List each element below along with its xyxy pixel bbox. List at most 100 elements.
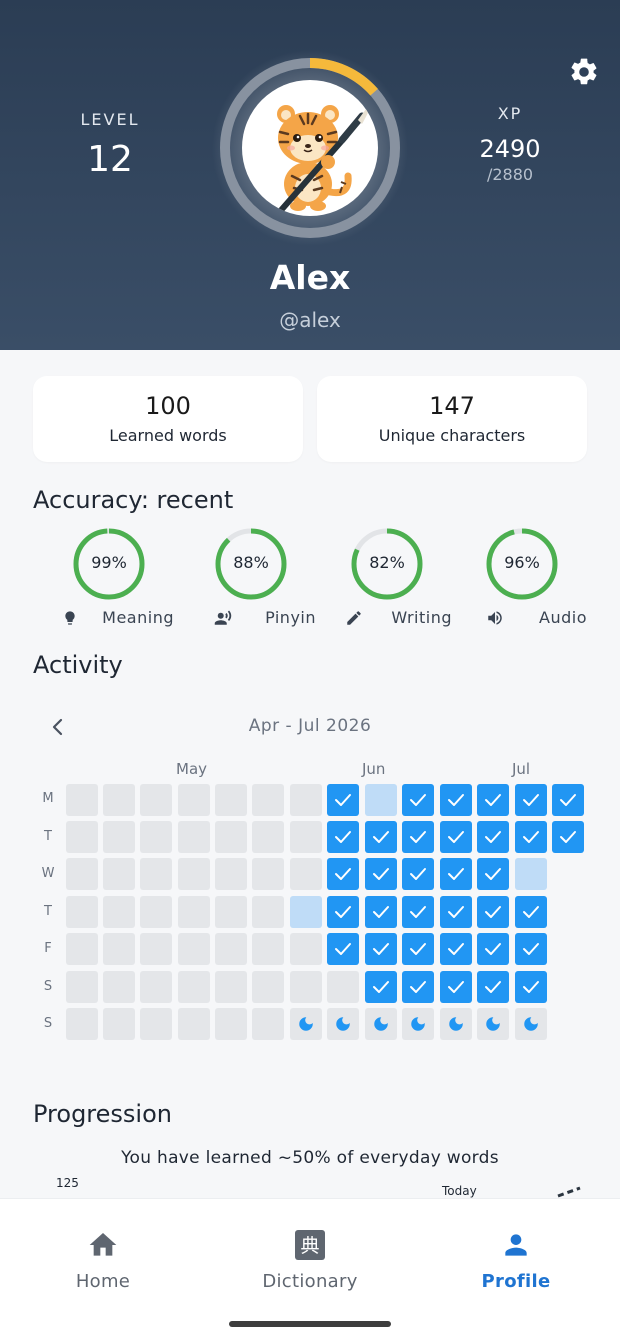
activity-day-empty — [215, 784, 247, 816]
nav-home-label: Home — [75, 1271, 131, 1292]
activity-day-rest — [365, 1008, 397, 1040]
activity-day-done — [440, 933, 472, 965]
activity-day-partial — [515, 858, 547, 890]
activity-title: Activity — [33, 651, 123, 679]
learned-words-label: Learned words — [109, 426, 227, 445]
accuracy-pinyin[interactable]: 88% Pinyin — [186, 526, 316, 627]
avatar — [242, 80, 378, 216]
xp-display: XP 2490 /2880 — [460, 104, 560, 184]
meaning-label: Meaning — [102, 608, 174, 627]
weekday-label: T — [44, 904, 52, 919]
activity-day-done — [515, 971, 547, 1003]
weekday-label: S — [43, 979, 53, 994]
activity-day-done — [440, 896, 472, 928]
weekday-label: S — [43, 1016, 53, 1031]
nav-home[interactable]: Home — [23, 1229, 183, 1292]
accuracy-title: Accuracy: recent — [33, 486, 234, 514]
activity-day-rest — [290, 1008, 322, 1040]
activity-day-done — [327, 896, 359, 928]
activity-day-done — [365, 933, 397, 965]
accuracy-meaning[interactable]: 99% Meaning — [44, 526, 174, 627]
lightbulb-icon — [65, 610, 75, 625]
progression-line — [557, 1186, 581, 1198]
speaking-person-icon — [214, 610, 231, 625]
activity-day-empty — [290, 971, 322, 1003]
nav-dictionary[interactable]: 典 Dictionary — [230, 1229, 390, 1292]
progression-today-label: Today — [442, 1184, 477, 1198]
profile-header: LEVEL 12 XP 2490 /2880 Alex @alex — [0, 0, 620, 350]
activity-day-done — [552, 821, 584, 853]
writing-percent: 82% — [369, 553, 405, 572]
activity-day-done — [515, 784, 547, 816]
activity-day-empty — [66, 933, 98, 965]
progression-subtitle: You have learned ~50% of everyday words — [121, 1148, 499, 1168]
progression-y-tick: 125 — [56, 1176, 79, 1190]
activity-date-range: Apr - Jul 2026 — [248, 716, 372, 736]
activity-day-done — [477, 821, 509, 853]
activity-day-empty — [66, 821, 98, 853]
activity-day-done — [477, 858, 509, 890]
activity-day-rest — [402, 1008, 434, 1040]
unique-characters-label: Unique characters — [378, 426, 526, 445]
activity-day-done — [402, 933, 434, 965]
user-name: Alex — [269, 258, 351, 297]
dictionary-icon: 典 — [294, 1229, 326, 1261]
activity-day-done — [327, 821, 359, 853]
activity-day-done — [440, 971, 472, 1003]
learned-words-value: 100 — [145, 392, 191, 420]
activity-day-empty — [252, 821, 284, 853]
activity-day-empty — [66, 858, 98, 890]
svg-text:典: 典 — [300, 1235, 319, 1257]
xp-label: XP — [497, 104, 523, 123]
activity-day-empty — [140, 821, 172, 853]
accuracy-writing[interactable]: 82% Writing — [322, 526, 452, 627]
activity-day-done — [515, 933, 547, 965]
activity-day-empty — [140, 1008, 172, 1040]
audio-percent: 96% — [504, 553, 540, 572]
speaker-icon — [488, 610, 502, 625]
accuracy-audio[interactable]: 96% Audio — [457, 526, 587, 627]
activity-day-empty — [178, 821, 210, 853]
activity-day-empty — [140, 784, 172, 816]
activity-day-done — [440, 784, 472, 816]
unique-characters-card[interactable]: 147 Unique characters — [317, 376, 587, 462]
nav-profile[interactable]: Profile — [436, 1229, 596, 1292]
activity-day-empty — [103, 896, 135, 928]
activity-day-done — [402, 971, 434, 1003]
month-label: Jun — [362, 760, 386, 778]
activity-day-empty — [178, 896, 210, 928]
avatar-ring[interactable] — [210, 48, 410, 248]
activity-day-empty — [103, 1008, 135, 1040]
activity-day-done — [327, 858, 359, 890]
activity-day-rest — [515, 1008, 547, 1040]
activity-day-empty — [252, 971, 284, 1003]
activity-day-done — [477, 971, 509, 1003]
activity-day-rest — [440, 1008, 472, 1040]
activity-day-done — [552, 784, 584, 816]
activity-day-empty — [252, 784, 284, 816]
activity-day-empty — [215, 821, 247, 853]
activity-day-empty — [140, 971, 172, 1003]
activity-day-empty — [66, 784, 98, 816]
unique-characters-value: 147 — [429, 392, 475, 420]
activity-day-empty — [66, 1008, 98, 1040]
nav-dictionary-label: Dictionary — [262, 1271, 358, 1292]
activity-day-empty — [66, 896, 98, 928]
audio-label: Audio — [539, 608, 587, 627]
home-indicator[interactable] — [229, 1321, 391, 1327]
activity-day-empty — [140, 933, 172, 965]
activity-day-empty — [290, 784, 322, 816]
activity-day-empty — [215, 858, 247, 890]
activity-day-done — [515, 821, 547, 853]
weekday-label: W — [41, 866, 55, 881]
tiger-avatar-icon — [273, 102, 372, 216]
activity-day-empty — [290, 858, 322, 890]
xp-value: 2490 — [479, 135, 541, 163]
activity-day-empty — [103, 971, 135, 1003]
activity-day-done — [402, 821, 434, 853]
gear-icon[interactable] — [568, 56, 600, 88]
weekday-label: T — [44, 829, 52, 844]
activity-day-empty — [178, 1008, 210, 1040]
learned-words-card[interactable]: 100 Learned words — [33, 376, 303, 462]
activity-day-empty — [215, 1008, 247, 1040]
